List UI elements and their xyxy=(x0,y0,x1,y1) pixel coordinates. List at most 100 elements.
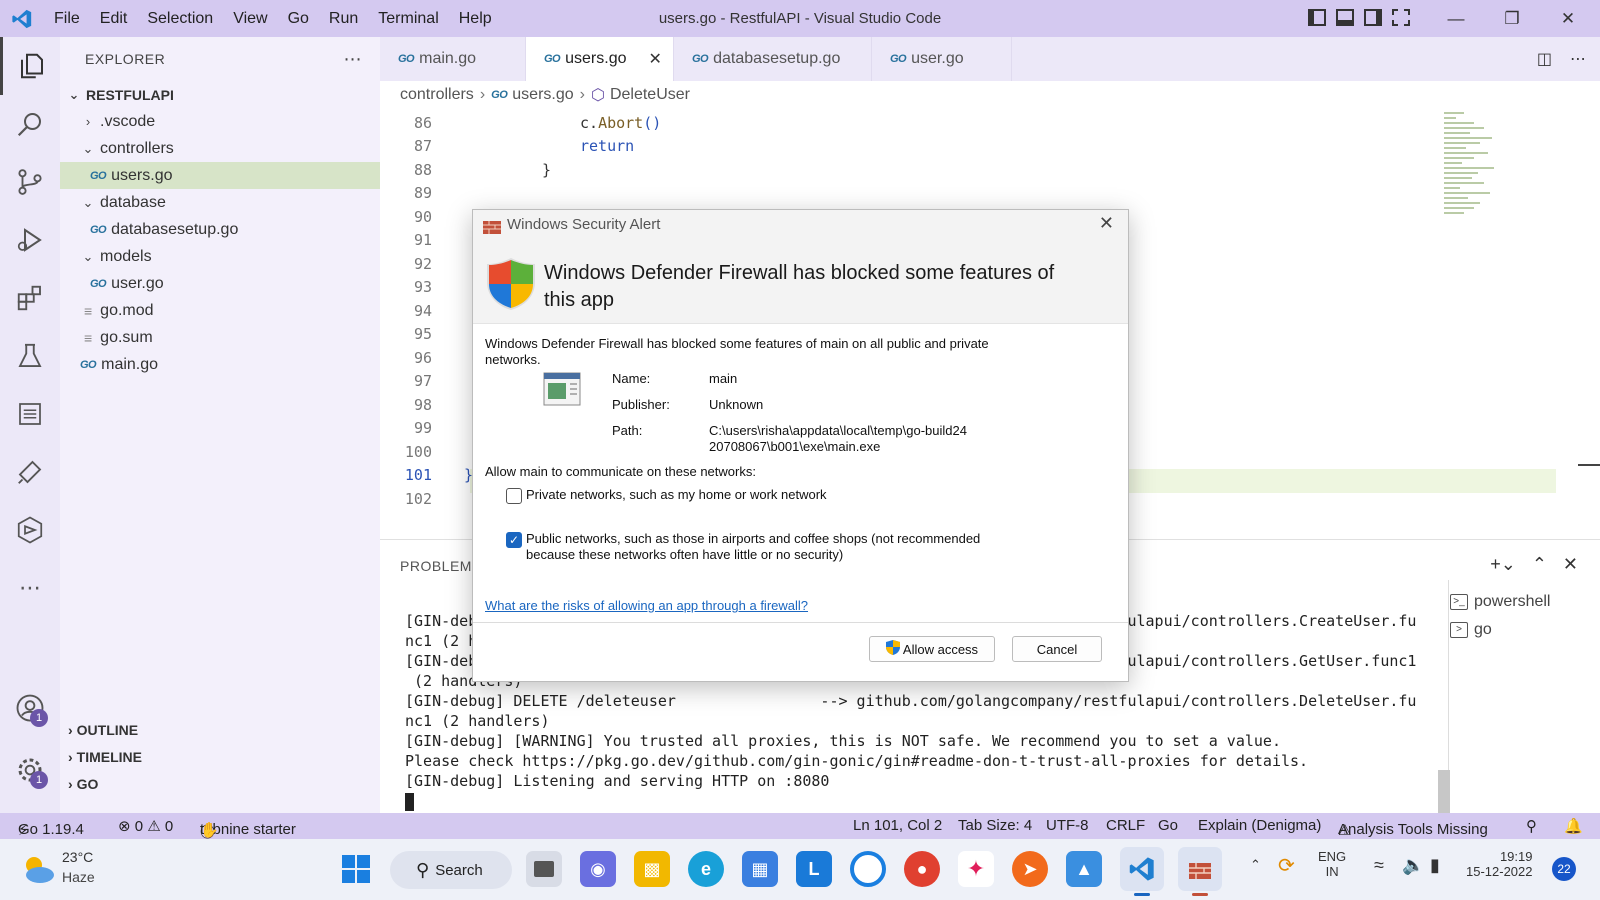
menu-edit[interactable]: Edit xyxy=(90,10,138,28)
slack-icon[interactable]: ✦ xyxy=(958,851,994,887)
volume-icon[interactable]: 🔈 xyxy=(1402,855,1424,876)
cancel-button[interactable]: Cancel xyxy=(1012,636,1102,662)
go-section[interactable]: › GO xyxy=(60,770,380,797)
tab-databasesetup-go[interactable]: GO databasesetup.go xyxy=(674,37,872,81)
tree-item-main-go[interactable]: GO main.go xyxy=(60,351,380,378)
notification-count-badge[interactable]: 22 xyxy=(1552,857,1576,881)
more-actions-icon[interactable]: ⋯ xyxy=(1570,49,1586,69)
tree-item-controllers[interactable]: ⌄ controllers xyxy=(60,135,380,162)
feedback-icon[interactable]: ⚲ xyxy=(1526,817,1537,835)
file-explorer-icon[interactable]: ▩ xyxy=(634,851,670,887)
toggle-secondary-sidebar-icon[interactable] xyxy=(1364,9,1382,26)
restore-button[interactable]: ❐ xyxy=(1484,0,1540,37)
menu-view[interactable]: View xyxy=(223,10,277,28)
terminal-item-go[interactable]: > go xyxy=(1450,616,1600,644)
tab-users-go[interactable]: GO users.go ✕ xyxy=(526,37,674,81)
public-networks-checkbox[interactable]: ✓ xyxy=(506,532,522,548)
cortana-ring-icon[interactable] xyxy=(850,851,886,887)
notifications-bell-icon[interactable]: 🔔 xyxy=(1564,817,1583,835)
run-debug-icon[interactable] xyxy=(0,211,60,269)
minimap[interactable] xyxy=(1444,109,1504,279)
accounts-icon[interactable]: 1 xyxy=(0,679,60,737)
menu-go[interactable]: Go xyxy=(278,10,319,28)
status-tab-size[interactable]: Tab Size: 4 xyxy=(958,817,1032,834)
folder-root[interactable]: ⌄ RESTFULAPI xyxy=(60,81,380,108)
tab-main-go[interactable]: GO main.go xyxy=(380,37,526,81)
close-window-button[interactable]: ✕ xyxy=(1540,0,1596,37)
private-networks-checkbox[interactable] xyxy=(506,488,522,504)
menu-help[interactable]: Help xyxy=(449,10,502,28)
explorer-icon[interactable] xyxy=(0,37,60,95)
language-indicator[interactable]: ENG IN xyxy=(1318,849,1346,879)
firewall-taskbar-icon[interactable] xyxy=(1178,847,1222,891)
minimize-button[interactable]: — xyxy=(1428,0,1484,37)
tray-overflow-icon[interactable]: ⌃ xyxy=(1250,857,1261,873)
tree-item-go-sum[interactable]: ≡ go.sum xyxy=(60,324,380,351)
sync-icon[interactable]: ⟳ xyxy=(1278,853,1295,878)
outline-section[interactable]: › OUTLINE xyxy=(60,716,380,743)
close-panel-icon[interactable]: ✕ xyxy=(1563,554,1578,575)
settings-gear-icon[interactable]: 1 xyxy=(0,741,60,799)
toggle-panel-icon[interactable] xyxy=(1336,9,1354,26)
timeline-section[interactable]: › TIMELINE xyxy=(60,743,380,770)
source-control-icon[interactable] xyxy=(0,153,60,211)
split-editor-icon[interactable]: ◫ xyxy=(1537,49,1552,69)
testing-icon[interactable] xyxy=(0,327,60,385)
teams-chat-icon[interactable]: ◉ xyxy=(580,851,616,887)
tree-item-user-go[interactable]: GO user.go xyxy=(60,270,380,297)
tree-item-database[interactable]: ⌄ database xyxy=(60,189,380,216)
chrome-browser-icon[interactable]: ● xyxy=(904,851,940,887)
tree-item-models[interactable]: ⌄ models xyxy=(60,243,380,270)
remote-explorer-icon[interactable] xyxy=(0,443,60,501)
breadcrumb-symbol[interactable]: DeleteUser xyxy=(610,86,690,104)
task-view-icon[interactable] xyxy=(526,851,562,887)
toggle-primary-sidebar-icon[interactable] xyxy=(1308,9,1326,26)
customize-layout-icon[interactable] xyxy=(1392,9,1410,26)
firewall-risks-link[interactable]: What are the risks of allowing an app th… xyxy=(485,598,808,613)
windows-start-icon[interactable] xyxy=(338,851,374,887)
tab-user-go[interactable]: GO user.go xyxy=(872,37,1012,81)
breadcrumb-file[interactable]: users.go xyxy=(512,86,573,104)
photos-app-icon[interactable]: ▲ xyxy=(1066,851,1102,887)
public-networks-label[interactable]: Public networks, such as those in airpor… xyxy=(526,531,1006,563)
dialog-close-icon[interactable]: ✕ xyxy=(1099,213,1114,234)
allow-access-button[interactable]: Allow access xyxy=(869,636,995,662)
private-networks-label[interactable]: Private networks, such as my home or wor… xyxy=(526,487,1006,503)
menu-terminal[interactable]: Terminal xyxy=(368,10,448,28)
terminal-item-powershell[interactable]: >_ powershell xyxy=(1450,588,1600,616)
docker-icon[interactable] xyxy=(0,501,60,559)
tree-item-databasesetup-go[interactable]: GO databasesetup.go xyxy=(60,216,380,243)
panel-tab-problems[interactable]: PROBLEMS xyxy=(400,558,482,574)
breadcrumb-folder[interactable]: controllers xyxy=(400,86,474,104)
tree-item-users-go[interactable]: GO users.go xyxy=(60,162,380,189)
microsoft-store-icon[interactable]: ▦ xyxy=(742,851,778,887)
edge-browser-icon[interactable]: e xyxy=(688,851,724,887)
tree-item-go-mod[interactable]: ≡ go.mod xyxy=(60,297,380,324)
battery-icon[interactable]: ▮ xyxy=(1430,855,1440,876)
menu-run[interactable]: Run xyxy=(319,10,368,28)
status-explain[interactable]: Explain (Denigma) xyxy=(1198,817,1321,834)
weather-cloud-icon[interactable] xyxy=(20,851,56,891)
wifi-icon[interactable]: ≈ xyxy=(1374,855,1384,876)
postman-icon[interactable]: ➤ xyxy=(1012,851,1048,887)
terminal-scrollbar[interactable] xyxy=(1438,770,1450,814)
close-tab-icon[interactable]: ✕ xyxy=(649,49,662,69)
vscode-taskbar-icon[interactable] xyxy=(1120,847,1164,891)
menu-selection[interactable]: Selection xyxy=(137,10,223,28)
status-encoding[interactable]: UTF-8 xyxy=(1046,817,1089,834)
l-app-icon[interactable]: L xyxy=(796,851,832,887)
status-eol[interactable]: CRLF xyxy=(1106,817,1145,834)
status-cursor-position[interactable]: Ln 101, Col 2 xyxy=(853,817,942,834)
clock[interactable]: 19:19 15-12-2022 xyxy=(1466,849,1533,879)
extensions-icon[interactable] xyxy=(0,269,60,327)
status-problems[interactable]: ⊗ 0 ⚠ 0 xyxy=(118,817,173,835)
menu-file[interactable]: File xyxy=(44,10,90,28)
taskbar-search[interactable]: ⚲ Search xyxy=(390,851,512,889)
explorer-more-icon[interactable]: ⋯ xyxy=(344,49,363,70)
search-icon[interactable] xyxy=(0,95,60,153)
maximize-panel-icon[interactable]: ⌃ xyxy=(1532,554,1547,575)
tree-item-vscode[interactable]: › .vscode xyxy=(60,108,380,135)
more-icon[interactable]: ⋯ xyxy=(0,559,60,617)
status-language[interactable]: Go xyxy=(1158,817,1178,834)
new-terminal-icon[interactable]: +⌄ xyxy=(1490,554,1516,575)
